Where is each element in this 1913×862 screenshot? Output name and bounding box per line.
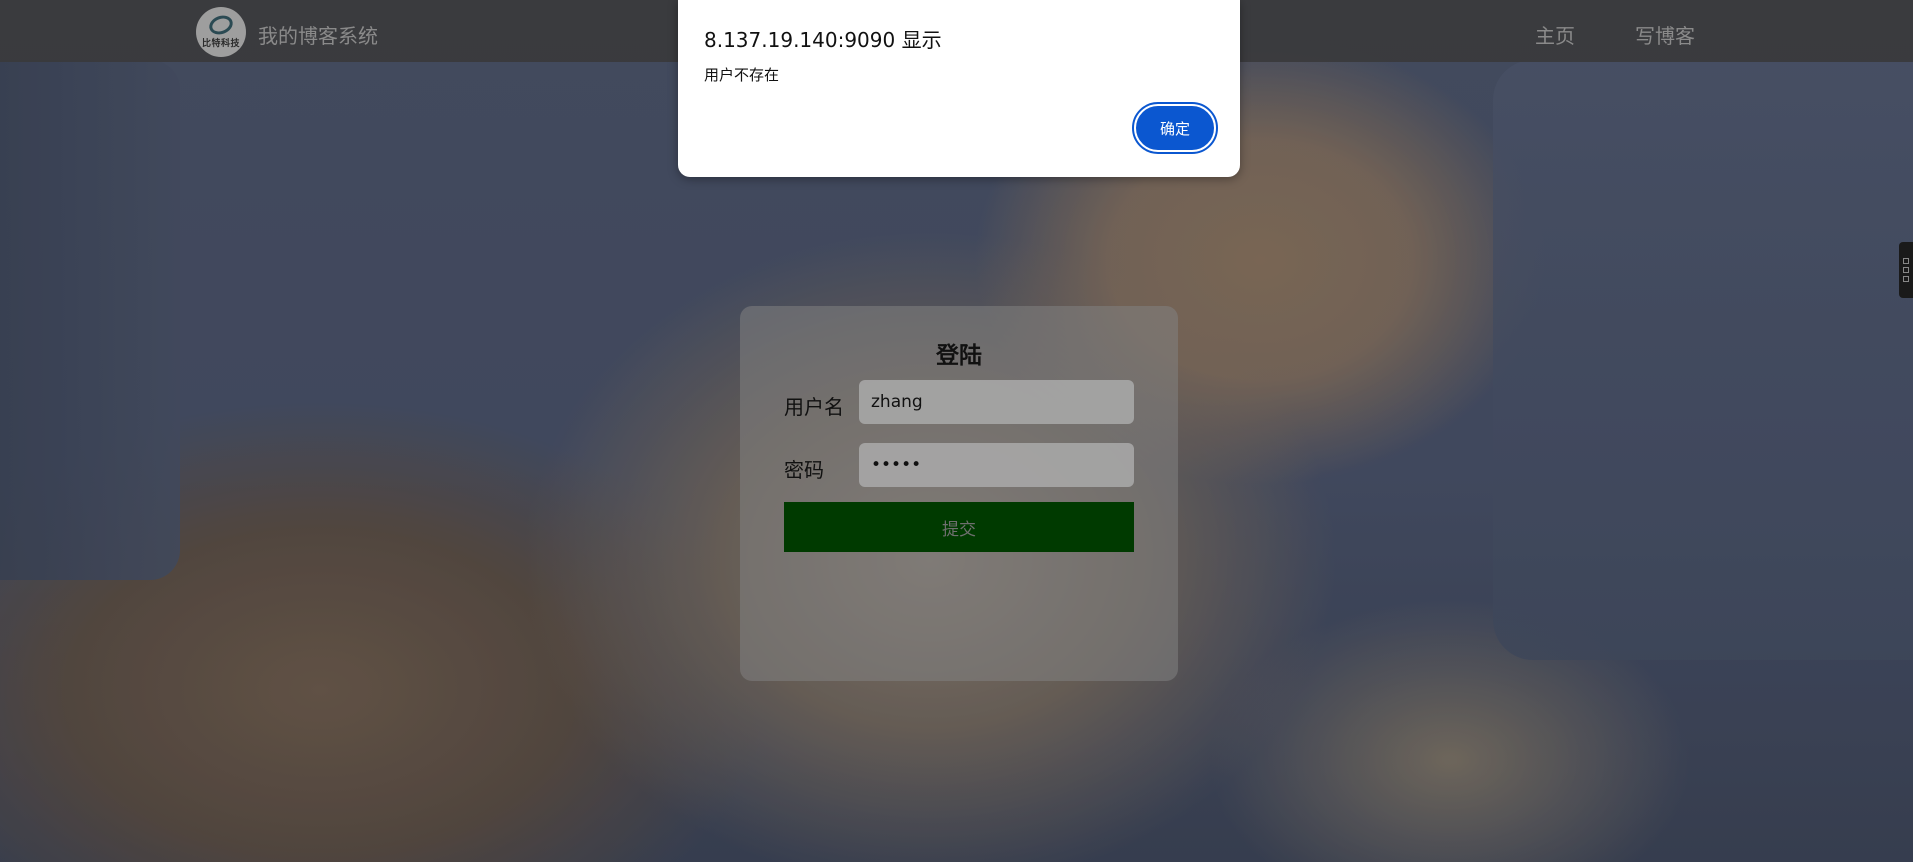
edge-toolbar-handle[interactable] [1899,242,1913,298]
submit-button[interactable]: 提交 [784,502,1134,552]
grid-icon [1903,258,1909,264]
dialog-title: 8.137.19.140:9090 显示 [704,28,942,52]
password-input[interactable] [859,443,1134,487]
nav-link-write-blog[interactable]: 写博客 [1635,20,1695,49]
site-logo[interactable]: 比特科技 [196,7,246,57]
dialog-message: 用户不存在 [704,66,780,84]
password-label: 密码 [784,458,824,482]
logo-text: 比特科技 [201,38,240,49]
dialog-ok-button[interactable]: 确定 [1132,102,1218,154]
alert-dialog: 8.137.19.140:9090 显示 用户不存在 确定 [678,0,1240,177]
login-card: 登陆 用户名 密码 提交 [740,306,1178,681]
username-input[interactable] [859,380,1134,424]
login-title: 登陆 [936,343,982,369]
grid-icon [1903,276,1909,282]
grid-icon [1903,267,1909,273]
username-label: 用户名 [784,395,844,419]
nav-link-home[interactable]: 主页 [1535,20,1575,49]
site-title: 我的博客系统 [258,24,378,48]
logo-mark-icon [206,11,236,38]
